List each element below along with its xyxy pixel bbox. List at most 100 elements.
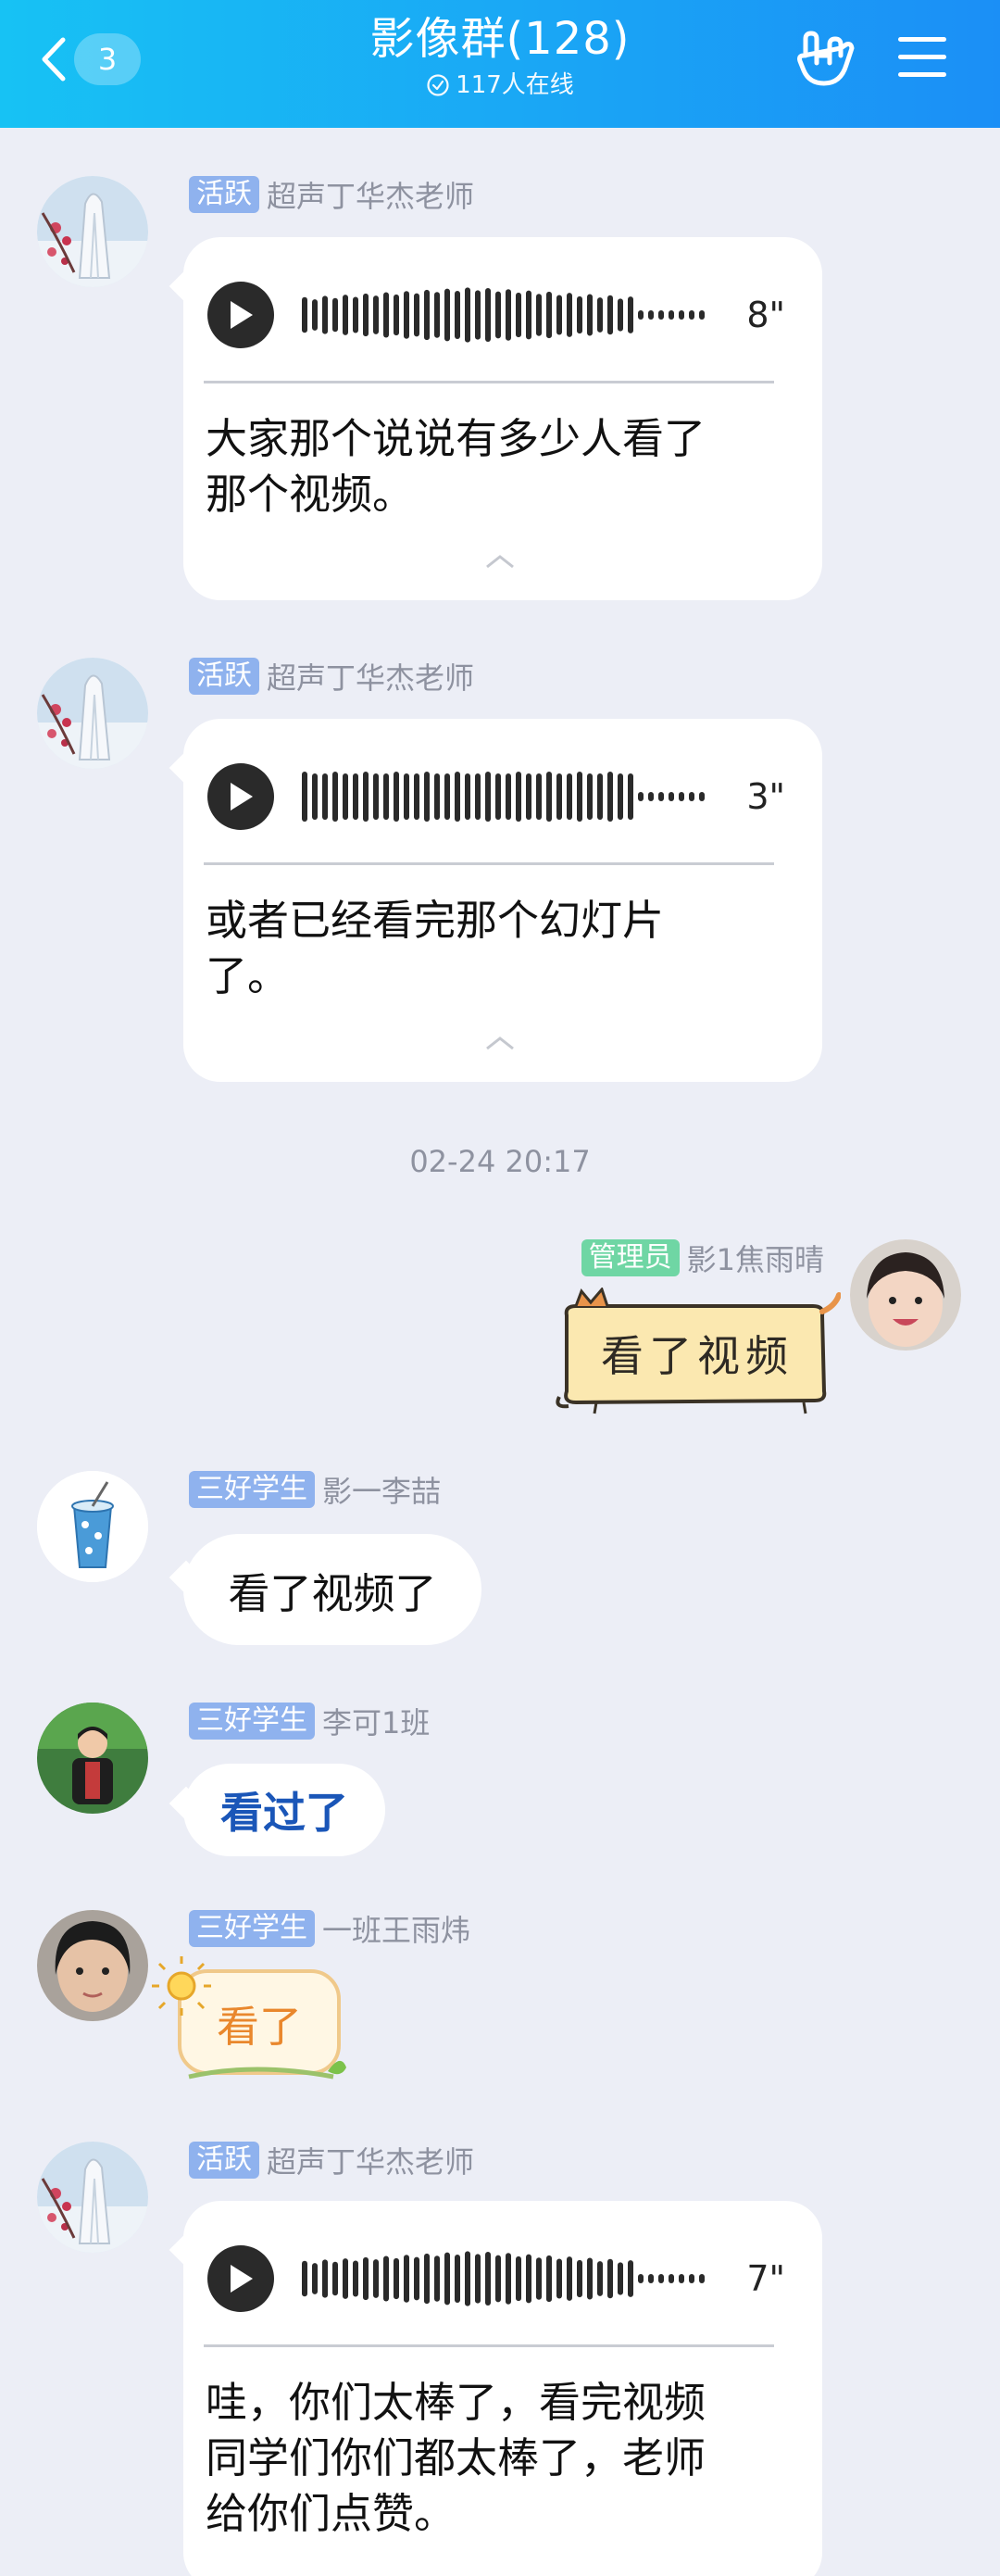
sender-name[interactable]: 超声丁华杰老师: [267, 2139, 474, 2181]
waveform-bar: [679, 792, 684, 801]
waveform-bar: [618, 298, 623, 332]
collapse-caret-icon[interactable]: [483, 1034, 517, 1052]
waveform-bar: [669, 310, 674, 320]
chat-header: 3 影像群(128) 117人在线: [0, 0, 1000, 128]
waveform-bar: [444, 288, 450, 342]
collapse-caret-icon[interactable]: [483, 552, 517, 571]
waveform-bar: [526, 773, 531, 820]
voice-waveform: [302, 772, 705, 822]
play-icon: [231, 783, 253, 810]
avatar[interactable]: [37, 1471, 148, 1582]
play-button[interactable]: [207, 763, 274, 830]
waveform-bar: [455, 772, 460, 822]
member-tag: 三好学生: [189, 1703, 315, 1740]
waveform-bar: [394, 2257, 399, 2300]
play-icon: [231, 2265, 253, 2293]
waveform-bar: [638, 2274, 644, 2283]
sticker-bubble[interactable]: 看了: [152, 1953, 352, 2092]
menu-icon[interactable]: [894, 31, 950, 83]
sticker-text: 看了视频: [601, 1331, 794, 1381]
voice-message-bubble[interactable]: 8" 大家那个说说有多少人看了 那个视频。: [169, 237, 822, 600]
waveform-bar: [567, 2256, 572, 2301]
waveform-bar: [434, 2256, 440, 2302]
waveform-bar: [567, 773, 572, 820]
waveform-bar: [475, 290, 481, 340]
waveform-bar: [506, 289, 511, 341]
waveform-bar: [455, 2254, 460, 2304]
waveform-bar: [587, 773, 593, 820]
member-tag: 活跃: [189, 176, 259, 213]
waveform-bar: [465, 773, 470, 820]
sticker-text: 看了: [217, 2002, 302, 2052]
sender-name[interactable]: 影1焦雨晴: [687, 1237, 824, 1279]
voice-transcript: 或者已经看完那个幻灯片 了。: [206, 896, 665, 1000]
waveform-bar: [556, 295, 562, 335]
member-tag: 管理员: [581, 1239, 680, 1276]
waveform-bar: [302, 296, 307, 333]
waveform-bar: [526, 290, 531, 340]
avatar[interactable]: [37, 1910, 148, 2021]
divider: [204, 2344, 774, 2347]
waveform-bar: [322, 2259, 328, 2298]
waveform-bar: [363, 2256, 369, 2301]
waveform-bar: [689, 2274, 694, 2283]
voice-duration: 8": [746, 295, 785, 335]
waveform-bar: [373, 295, 379, 334]
waveform-bar: [506, 773, 511, 820]
waveform-bar: [383, 2256, 389, 2302]
sender-line: 三好学生 一班王雨炜: [189, 1908, 470, 1949]
waveform-bar: [414, 2256, 419, 2301]
waveform-bar: [577, 772, 582, 822]
play-button[interactable]: [207, 282, 274, 348]
avatar[interactable]: [850, 1239, 961, 1351]
waveform-bar: [404, 291, 409, 339]
waveform-bar: [465, 287, 470, 343]
waveform-bar: [383, 292, 389, 338]
waveform-bar: [577, 2259, 582, 2298]
voice-transcript: 大家那个说说有多少人看了 那个视频。: [206, 414, 706, 519]
waveform-bar: [628, 2260, 633, 2297]
voice-message-bubble[interactable]: 7" 哇，你们太棒了，看完视频 同学们你们都太棒了，老师 给你们点赞。: [169, 2201, 822, 2576]
sender-name[interactable]: 一班王雨炜: [322, 1907, 470, 1950]
waveform-bar: [475, 2254, 481, 2304]
waveform-bar: [536, 2257, 542, 2300]
avatar[interactable]: [37, 1703, 148, 1814]
sender-line: 三好学生 李可1班: [189, 1701, 430, 1741]
waveform-bar: [607, 295, 613, 335]
play-button[interactable]: [207, 2245, 274, 2312]
text-message-bubble[interactable]: 看过了: [169, 1764, 385, 1856]
voice-duration: 3": [746, 776, 785, 817]
timestamp: 02-24 20:17: [409, 1144, 591, 1179]
member-tag: 活跃: [189, 658, 259, 695]
sender-name[interactable]: 李可1班: [322, 1700, 430, 1742]
waveform-bar: [485, 772, 491, 822]
waveform-bar: [546, 2255, 552, 2303]
hand-gesture-icon[interactable]: [793, 28, 856, 91]
waveform-bar: [546, 772, 552, 822]
avatar[interactable]: [37, 2142, 148, 2253]
waveform-bar: [394, 294, 399, 336]
sticker-bubble[interactable]: 看了视频: [554, 1288, 841, 1417]
waveform-bar: [597, 773, 603, 820]
member-tag: 三好学生: [189, 1910, 315, 1947]
waveform-bar: [353, 2260, 358, 2297]
waveform-bar: [465, 2251, 470, 2306]
waveform-bar: [567, 293, 572, 337]
waveform-bar: [373, 773, 379, 820]
waveform-bar: [322, 773, 328, 820]
sender-name[interactable]: 影一李喆: [322, 1468, 441, 1511]
sender-name[interactable]: 超声丁华杰老师: [267, 655, 474, 697]
waveform-bar: [455, 290, 460, 340]
waveform-bar: [607, 772, 613, 822]
waveform-bar: [363, 772, 369, 822]
waveform-bar: [485, 287, 491, 343]
waveform-bar: [444, 773, 450, 820]
text-message-bubble[interactable]: 看了视频了: [169, 1534, 481, 1645]
voice-message-bubble[interactable]: 3" 或者已经看完那个幻灯片 了。: [169, 719, 822, 1082]
sender-name[interactable]: 超声丁华杰老师: [267, 173, 474, 216]
avatar[interactable]: [37, 176, 148, 287]
avatar[interactable]: [37, 658, 148, 769]
sender-line: 活跃 超声丁华杰老师: [189, 2140, 474, 2180]
waveform-bar: [669, 792, 674, 801]
member-tag: 活跃: [189, 2142, 259, 2179]
